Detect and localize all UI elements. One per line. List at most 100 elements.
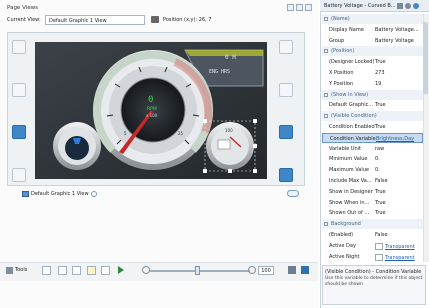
property-row[interactable]: Y Position 19 bbox=[322, 79, 423, 89]
property-row[interactable]: Active Night Transparent bbox=[322, 252, 423, 262]
property-category[interactable]: (Visible Condition) bbox=[322, 111, 423, 122]
collapse-toggle-icon[interactable] bbox=[324, 114, 328, 119]
property-row[interactable]: (Designer Locked) True bbox=[322, 57, 423, 67]
property-name: Minimum Value bbox=[329, 156, 368, 163]
property-name: Include Max Va... bbox=[329, 178, 372, 184]
property-value[interactable]: 273 bbox=[375, 70, 422, 76]
align-top-left-button[interactable] bbox=[12, 40, 26, 54]
snap-button[interactable] bbox=[101, 266, 110, 275]
zoom-value[interactable]: 100 bbox=[258, 266, 274, 275]
property-value-text: True bbox=[375, 102, 386, 109]
tools-label[interactable]: Tools bbox=[15, 267, 27, 273]
rpm-unit: RPM bbox=[147, 107, 157, 112]
view-tab[interactable]: Default Graphic 1 View bbox=[22, 189, 97, 198]
frame-button[interactable] bbox=[58, 266, 67, 275]
property-value[interactable]: 19 bbox=[375, 81, 422, 87]
save-icon[interactable] bbox=[287, 4, 294, 11]
property-row[interactable]: Shown Out of ... True bbox=[322, 208, 423, 218]
current-view-field[interactable]: Default Graphic 1 View bbox=[45, 15, 145, 25]
zoom-in-icon[interactable] bbox=[248, 266, 256, 274]
property-row[interactable]: Default Graphic... True bbox=[322, 100, 423, 110]
lock-icon[interactable] bbox=[397, 3, 403, 9]
property-name: Group bbox=[329, 37, 345, 44]
property-row[interactable]: Variable Unit raw bbox=[322, 144, 423, 154]
scale-label-15: 15 bbox=[152, 131, 158, 136]
property-row[interactable]: Show When in... True bbox=[322, 198, 423, 208]
align-bottom-left-button[interactable] bbox=[12, 168, 26, 182]
highlight-button[interactable] bbox=[87, 266, 96, 275]
camera-icon[interactable] bbox=[151, 16, 159, 23]
property-category[interactable]: (Name) bbox=[322, 14, 423, 24]
collapse-toggle-icon[interactable] bbox=[324, 49, 328, 54]
rpm-scale: x 100 bbox=[146, 113, 158, 118]
zoom-slider-track[interactable] bbox=[150, 270, 250, 272]
help-icon[interactable] bbox=[413, 3, 419, 9]
property-row[interactable]: Group Battery Voltage bbox=[322, 36, 423, 46]
property-value[interactable]: True bbox=[375, 124, 422, 130]
align-right-button[interactable] bbox=[279, 125, 293, 139]
page-nav-arrows-icon[interactable] bbox=[287, 190, 299, 197]
property-value[interactable]: True bbox=[375, 102, 422, 108]
settings-icon[interactable] bbox=[305, 4, 312, 11]
align-middle-right-button[interactable] bbox=[279, 83, 293, 97]
layout-icon[interactable] bbox=[296, 4, 303, 11]
property-name: Condition Variable bbox=[330, 135, 376, 142]
property-row[interactable]: Minimum Value 0. bbox=[322, 154, 423, 164]
align-bottom-right-button[interactable] bbox=[279, 168, 293, 182]
property-value[interactable]: Brightness.Day bbox=[376, 136, 423, 142]
property-value-text: True bbox=[375, 59, 386, 66]
property-row[interactable]: (Enabled) False bbox=[322, 230, 423, 240]
engine-hours-value: 0 H bbox=[225, 54, 236, 61]
gauge-canvas[interactable]: 0 H ENG HRS 0 RPM x 100 5 10 15 20 25 10… bbox=[35, 42, 267, 179]
collapse-toggle-icon[interactable] bbox=[324, 17, 328, 21]
property-row[interactable]: Display Name Battery Voltage... bbox=[322, 25, 423, 35]
view-menu-icon[interactable] bbox=[90, 190, 97, 197]
property-value[interactable]: True bbox=[375, 210, 422, 216]
scale-label-20: 20 bbox=[165, 131, 171, 136]
color-swatch-icon[interactable] bbox=[375, 253, 383, 261]
property-row[interactable]: Condition Variable Brightness.Day bbox=[322, 132, 423, 143]
property-row[interactable]: Active Day Transparent bbox=[322, 241, 423, 251]
property-category[interactable]: (Show In View) bbox=[322, 89, 423, 100]
property-value-text: Transparent bbox=[385, 243, 415, 250]
gear-icon[interactable] bbox=[405, 3, 411, 9]
property-row[interactable]: Include Max Va... False bbox=[322, 176, 423, 186]
fit-screen-icon[interactable] bbox=[301, 266, 309, 274]
property-value[interactable]: Transparent bbox=[375, 242, 422, 250]
collapse-toggle-icon[interactable] bbox=[324, 222, 328, 227]
property-value[interactable]: True bbox=[375, 59, 422, 65]
property-value[interactable]: False bbox=[375, 232, 422, 238]
property-row[interactable]: Condition Enabled True bbox=[322, 122, 423, 132]
align-left-button[interactable] bbox=[12, 125, 26, 139]
property-value[interactable]: 0. bbox=[375, 156, 422, 162]
property-value[interactable]: Battery Voltage bbox=[375, 38, 422, 44]
property-value[interactable]: Battery Voltage... bbox=[375, 27, 422, 33]
property-name: Y Position bbox=[329, 80, 354, 87]
cut-button[interactable] bbox=[42, 266, 51, 275]
property-value[interactable]: raw bbox=[375, 146, 422, 152]
property-value[interactable]: 0. bbox=[375, 167, 422, 173]
property-row[interactable]: Maximum Value 0. bbox=[322, 165, 423, 175]
zoom-out-icon[interactable] bbox=[142, 266, 150, 274]
property-row[interactable]: X Position 273 bbox=[322, 68, 423, 78]
tools-icon[interactable] bbox=[6, 267, 13, 274]
property-name: Active Day bbox=[329, 242, 356, 249]
collapse-toggle-icon[interactable] bbox=[324, 92, 328, 97]
property-value[interactable]: True bbox=[375, 189, 422, 195]
property-value[interactable]: False bbox=[375, 178, 422, 184]
grid-button[interactable] bbox=[72, 266, 81, 275]
properties-scroll-thumb[interactable] bbox=[423, 22, 428, 94]
play-icon[interactable] bbox=[118, 266, 124, 274]
align-top-right-button[interactable] bbox=[279, 40, 293, 54]
current-view-label: Current View: bbox=[7, 17, 41, 23]
property-value[interactable]: True bbox=[375, 200, 422, 206]
color-swatch-icon[interactable] bbox=[375, 242, 383, 250]
settings-gear-icon[interactable] bbox=[288, 266, 296, 274]
property-category[interactable]: Background bbox=[322, 219, 423, 230]
property-value[interactable]: Transparent bbox=[375, 253, 422, 261]
property-category[interactable]: (Position) bbox=[322, 46, 423, 57]
property-row[interactable]: Show in Designer True bbox=[322, 187, 423, 197]
align-middle-left-button[interactable] bbox=[12, 83, 26, 97]
properties-title: Battery Voltage - Curved B... bbox=[324, 3, 396, 9]
zoom-slider-thumb[interactable] bbox=[195, 266, 200, 275]
